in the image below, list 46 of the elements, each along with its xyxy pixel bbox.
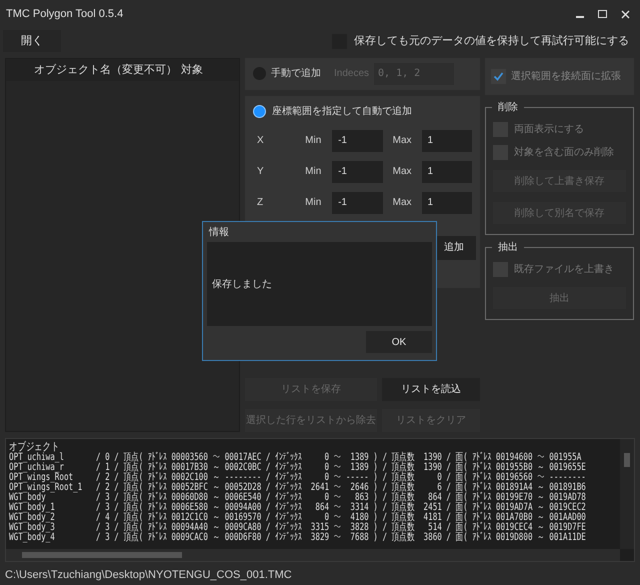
status-path: C:\Users\Tzuchiang\Desktop\NYOTENGU_COS_001.TMC — [4, 568, 293, 583]
log-line: OPT_wings_Root / 2 / 頂点( ｱﾄﾞﾚｽ 0002C100 ～ -------- / ｲﾝﾃﾞｯｸｽ 0 ～ ----- ) / 頂点数 0 / 面( ｱﾄﾞﾚｽ 00196560 ～ -------- — [9, 473, 586, 483]
log-line: OPT_uchiwa_l / 0 / 頂点( ｱﾄﾞﾚｽ 00003560 ～ 00017AEC / ｲﾝﾃﾞｯｸｽ 0 ～ 1389 ) / 頂点数 1390 / 面( ｱﾄﾞﾚｽ 00194600 ～ 001955A — [9, 453, 582, 463]
log-line: WGT_body / 3 / 頂点( ｱﾄﾞﾚｽ 00060D80 ～ 0006E540 / ｲﾝﾃﾞｯｸｽ 0 ～ 863 ) / 頂点数 864 / 面( ｱﾄﾞﾚｽ 00199E70 ～ 0019AD78 — [9, 493, 586, 503]
button[interactable]: 開く — [3, 30, 61, 52]
field-label: Min — [305, 196, 322, 210]
column-header: オブジェクト名（変更不可） — [33, 62, 178, 78]
axis-label: Y — [257, 165, 265, 180]
dialog-title: 情報 — [208, 226, 230, 240]
radio-button[interactable] — [253, 105, 266, 118]
maximize-icon[interactable] — [598, 10, 607, 18]
axis-label: Z — [257, 196, 264, 210]
column-header: 対象 — [181, 62, 203, 78]
field-label: Max — [392, 165, 413, 180]
minimize-icon[interactable] — [576, 16, 584, 18]
checkbox-label: 既存ファイルを上書き — [514, 262, 614, 277]
max-field[interactable]: 1 — [422, 160, 472, 183]
log-line: OPT_uchiwa_r / 1 / 頂点( ｱﾄﾞﾚｽ 00017B30 ～ 0002C0BC / ｲﾝﾃﾞｯｸｽ 0 ～ 1389 ) / 頂点数 1390 / 面( ｱﾄﾞﾚｽ 001955B0 ～ 0019655E — [9, 463, 586, 473]
radio-label: 座標範囲を指定して自動で追加 — [272, 104, 412, 120]
field-label: Min — [305, 165, 322, 180]
max-field[interactable]: 1 — [422, 192, 472, 214]
log-line: OPT_wings_Root_1 / 2 / 頂点( ｱﾄﾞﾚｽ 00052BFC ～ 00052D28 / ｲﾝﾃﾞｯｸｽ 2641 ～ 2646 ) / 頂点数 6 / 面( ｱﾄﾞﾚｽ 001891A4 ～ 001891B6 — [9, 483, 586, 493]
checkbox-label: 保存しても元のデータの値を保持して再試行可能にする — [354, 34, 629, 49]
min-field[interactable]: -1 — [332, 130, 383, 152]
field-label: Max — [392, 196, 413, 210]
close-icon[interactable] — [621, 10, 630, 18]
log-line: WGT_body_3 / 3 / 頂点( ｱﾄﾞﾚｽ 00094A40 ～ 0009CA80 / ｲﾝﾃﾞｯｸｽ 3315 ～ 3828 ) / 頂点数 514 / 面( ｱﾄﾞﾚｽ 0019CEC4 ～ 0019D7FE — [9, 523, 586, 533]
button[interactable]: OK — [366, 331, 432, 353]
button[interactable]: リストを読込 — [382, 378, 480, 401]
checkbox-label: 選択範囲を接続面に拡張 — [511, 70, 621, 84]
field-label: Min — [305, 134, 322, 148]
field-label: Max — [392, 134, 413, 148]
min-field[interactable]: -1 — [332, 192, 383, 214]
radio-label: 手動で追加 — [271, 66, 321, 82]
checkbox-label: 両面表示にする — [514, 122, 584, 137]
horizontal-scrollbar[interactable] — [6, 549, 620, 561]
vertical-scrollbar[interactable] — [620, 439, 634, 549]
axis-label: X — [257, 134, 265, 148]
checkbox-label: 対象を含む面のみ削除 — [514, 146, 614, 160]
log-line: WGT_body_4 / 3 / 頂点( ｱﾄﾞﾚｽ 0009CAC0 ～ 000D6F80 / ｲﾝﾃﾞｯｸｽ 3829 ～ 7688 ) / 頂点数 3860 / 面( ｱﾄﾞﾚｽ 0019D800 ～ 001A11DE — [9, 533, 586, 543]
log-header: オブジェクト — [9, 441, 60, 453]
log-line: WGT_body_2 / 4 / 頂点( ｱﾄﾞﾚｽ 0012C1C0 ～ 00169570 / ｲﾝﾃﾞｯｸｽ 0 ～ 4180 ) / 頂点数 4181 / 面( ｱﾄﾞﾚｽ 001A70B0 ～ 001AAD00 — [9, 513, 586, 523]
max-field[interactable]: 1 — [422, 130, 472, 152]
window-title: TMC Polygon Tool 0.5.4 — [6, 6, 124, 22]
log-line: WGT_body_1 / 3 / 頂点( ｱﾄﾞﾚｽ 0006E580 ～ 00094A00 / ｲﾝﾃﾞｯｸｽ 864 ～ 3314 ) / 頂点数 2451 / 面( ｱﾄﾞﾚｽ 0019AD7A ～ 0019CEC2 — [9, 503, 586, 513]
min-field[interactable]: -1 — [332, 160, 383, 183]
